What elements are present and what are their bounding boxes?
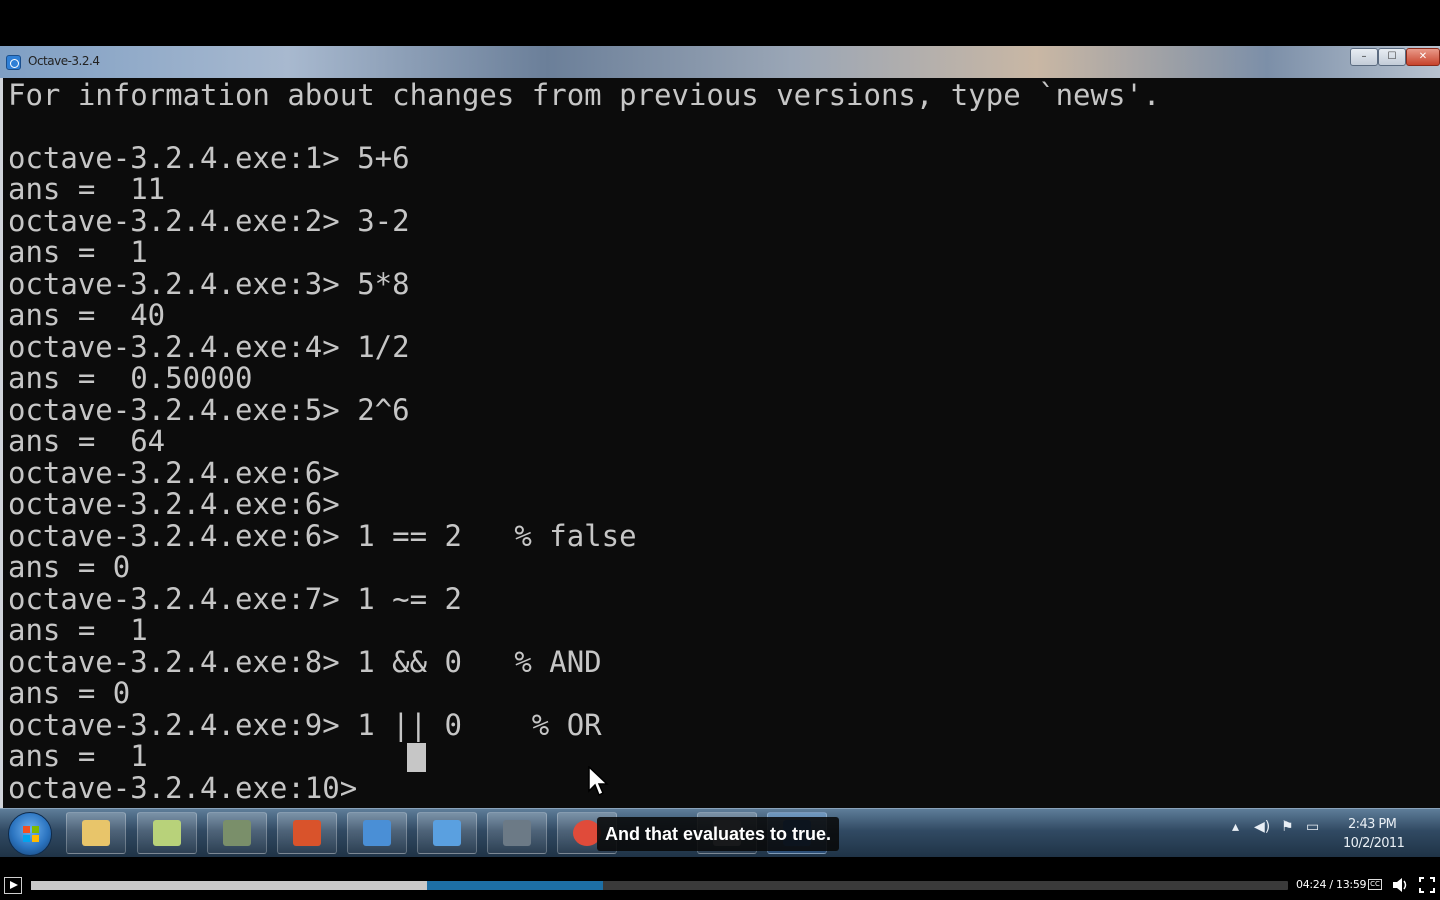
volume-icon[interactable] <box>1392 877 1410 893</box>
console-line: ans = 0 <box>8 676 131 710</box>
octave-app-icon <box>6 55 21 70</box>
show-hidden-icons-icon[interactable]: ▴ <box>1232 819 1239 835</box>
windows-logo-icon <box>23 826 39 842</box>
taskbar-remote-desktop-button[interactable] <box>417 812 477 854</box>
console-line: For information about changes from previ… <box>8 78 1161 112</box>
powerpoint-icon <box>293 820 321 846</box>
camera-icon <box>503 820 531 846</box>
console-line: octave-3.2.4.exe:2> 3-2 <box>8 204 410 238</box>
console-line: ans = 1 <box>8 235 148 269</box>
console-line: octave-3.2.4.exe:7> 1 ~= 2 <box>8 582 462 616</box>
tool-icon <box>223 820 251 846</box>
console-line: octave-3.2.4.exe:4> 1/2 <box>8 330 410 364</box>
console-line: ans = 1 <box>8 613 148 647</box>
action-center-flag-icon[interactable]: ⚑ <box>1281 819 1294 835</box>
console-line: octave-3.2.4.exe:8> 1 && 0 % AND <box>8 645 602 679</box>
console-line: octave-3.2.4.exe:9> 1 || 0 % OR <box>8 708 602 742</box>
taskbar-camera-button[interactable] <box>487 812 547 854</box>
start-button[interactable] <box>8 812 52 856</box>
console-line: octave-3.2.4.exe:5> 2^6 <box>8 393 410 427</box>
console-line: ans = 0.50000 <box>8 361 253 395</box>
clock-time[interactable]: 2:43 PM <box>1348 817 1397 832</box>
console-prompt: octave-3.2.4.exe:10> <box>8 771 358 805</box>
fullscreen-icon[interactable] <box>1419 877 1435 893</box>
video-caption: And that evaluates to true. <box>597 817 840 851</box>
video-player-controls: 04:24 / 13:59 CC <box>0 870 1440 900</box>
window-titlebar[interactable]: Octave-3.2.4 – ☐ ✕ <box>0 46 1440 78</box>
total-time: 13:59 <box>1336 878 1367 891</box>
close-button[interactable]: ✕ <box>1406 48 1440 66</box>
console-line: octave-3.2.4.exe:1> 5+6 <box>8 141 410 175</box>
console-line: octave-3.2.4.exe:6> 1 == 2 % false <box>8 519 637 553</box>
taskbar-notes-button[interactable] <box>137 812 197 854</box>
time-display: 04:24 / 13:59 <box>1296 878 1367 891</box>
console-line: ans = 0 <box>8 550 131 584</box>
speaker-icon[interactable]: ◀︎) <box>1254 819 1270 835</box>
text-cursor <box>407 743 426 772</box>
console-output[interactable]: For information about changes from previ… <box>0 78 1440 808</box>
minimize-button[interactable]: – <box>1350 48 1378 66</box>
console-line: ans = 64 <box>8 424 166 458</box>
closed-captions-button[interactable]: CC <box>1368 879 1382 890</box>
console-line: octave-3.2.4.exe:6> <box>8 487 340 521</box>
current-time: 04:24 <box>1296 878 1327 891</box>
maximize-button[interactable]: ☐ <box>1378 48 1406 66</box>
console-line: octave-3.2.4.exe:6> <box>8 456 340 490</box>
taskbar-powerpoint-button[interactable] <box>277 812 337 854</box>
seek-bar[interactable] <box>31 881 1288 890</box>
octave-window: Octave-3.2.4 – ☐ ✕ For information about… <box>0 46 1440 808</box>
network-icon <box>363 820 391 846</box>
taskbar-network-button[interactable] <box>347 812 407 854</box>
taskbar-tool-button[interactable] <box>207 812 267 854</box>
clock-date[interactable]: 10/2/2011 <box>1343 836 1405 851</box>
folder-icon <box>82 820 110 846</box>
console-line: octave-3.2.4.exe:3> 5*8 <box>8 267 410 301</box>
played-progress <box>31 881 427 890</box>
console-line: ans = 40 <box>8 298 166 332</box>
mouse-pointer-icon <box>588 766 609 797</box>
notes-icon <box>153 820 181 846</box>
taskbar-explorer-button[interactable] <box>66 812 126 854</box>
video-letterbox-top <box>0 0 1440 46</box>
console-line: ans = 1 <box>8 739 148 773</box>
remote-desktop-icon <box>433 820 461 846</box>
play-button[interactable] <box>4 877 22 894</box>
console-line: ans = 11 <box>8 172 166 206</box>
window-title: Octave-3.2.4 <box>28 54 100 68</box>
network-tray-icon[interactable]: ▭ <box>1306 819 1319 835</box>
